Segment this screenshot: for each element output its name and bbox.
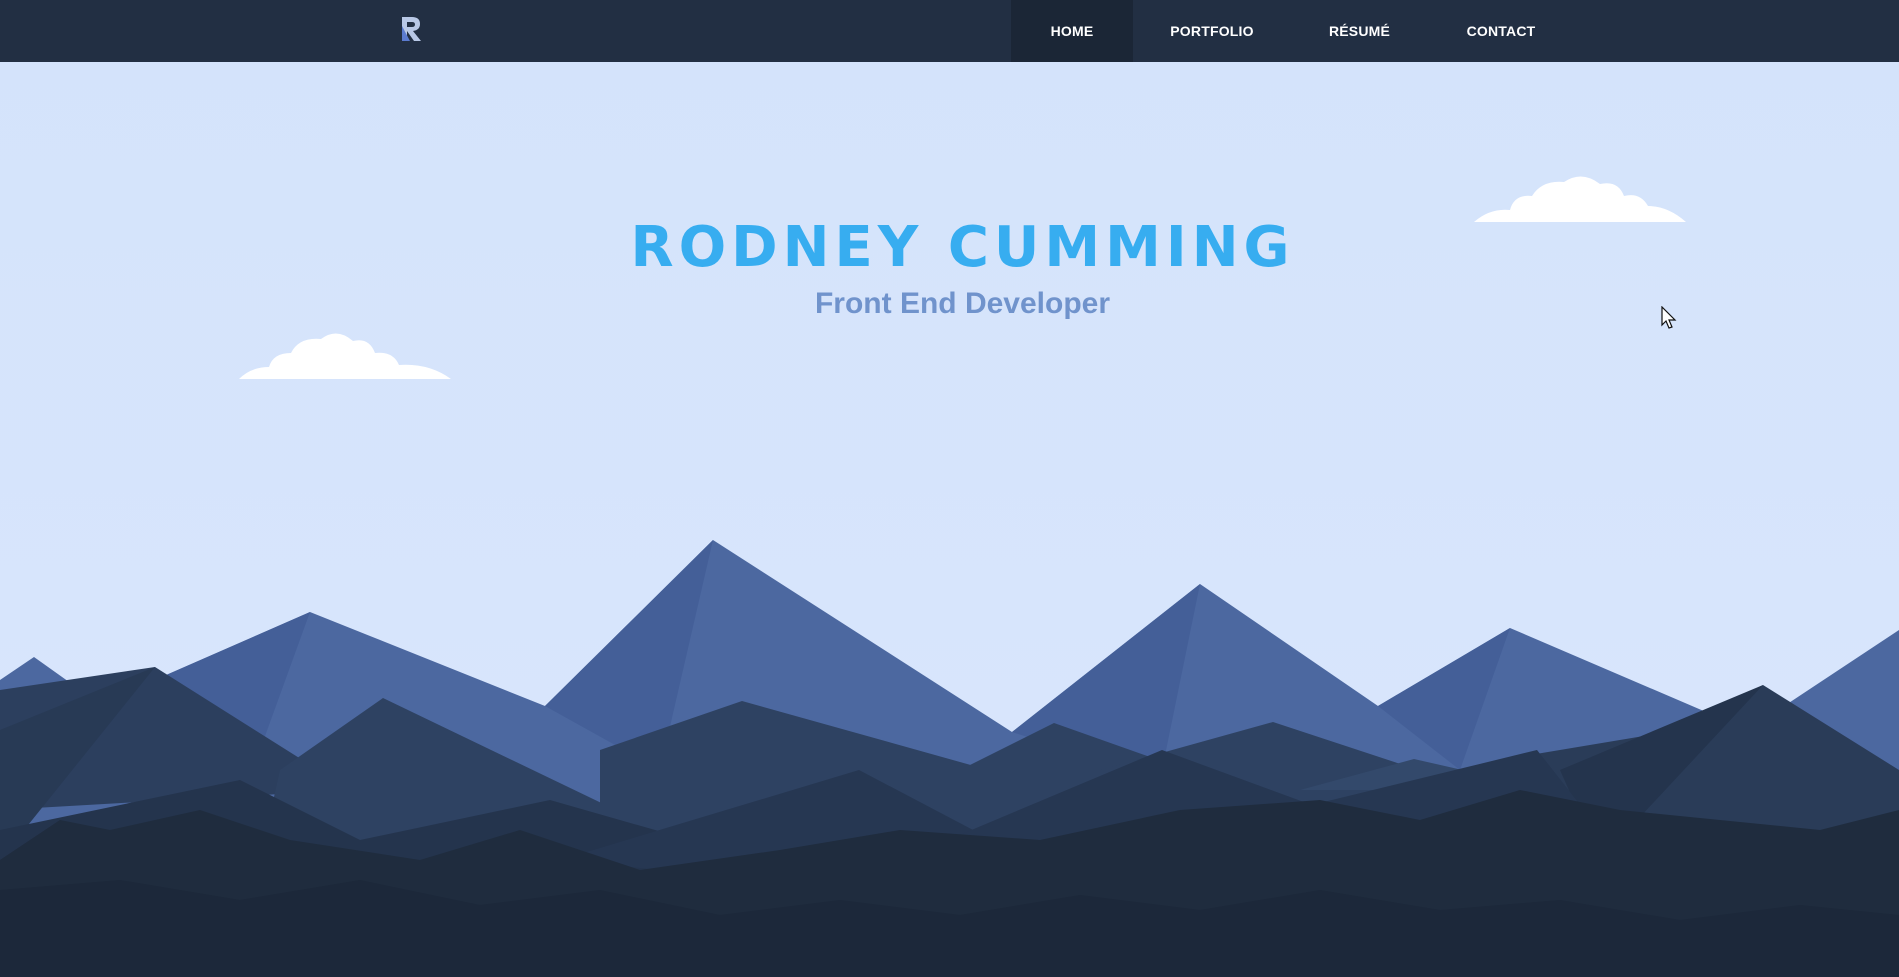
main-nav: HOME PORTFOLIO RÉSUMÉ CONTACT <box>1011 0 1574 62</box>
cloud-icon <box>237 323 453 381</box>
hero-name: RODNEY CUMMING <box>630 215 1295 280</box>
nav-contact[interactable]: CONTACT <box>1428 0 1574 62</box>
mountain-landscape <box>0 530 1899 977</box>
page: HOME PORTFOLIO RÉSUMÉ CONTACT RODNEY CUM… <box>0 0 1899 977</box>
nav-resume[interactable]: RÉSUMÉ <box>1291 0 1428 62</box>
mouse-pointer-icon <box>1661 305 1677 330</box>
nav-home[interactable]: HOME <box>1011 0 1133 62</box>
top-navbar: HOME PORTFOLIO RÉSUMÉ CONTACT <box>0 0 1899 62</box>
logo-r-icon[interactable] <box>398 14 424 42</box>
nav-portfolio[interactable]: PORTFOLIO <box>1133 0 1291 62</box>
hero-role: Front End Developer <box>814 287 1111 320</box>
